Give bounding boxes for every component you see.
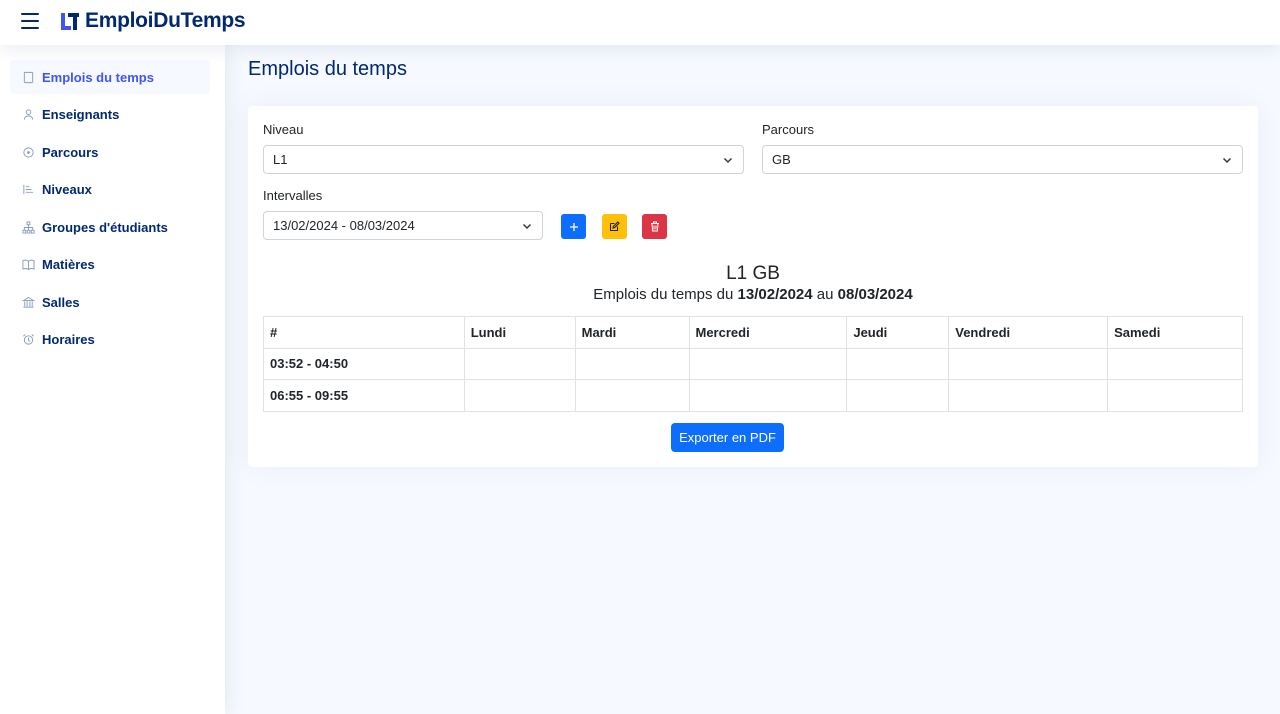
alarm-icon xyxy=(21,332,35,346)
delete-interval-button[interactable] xyxy=(642,214,667,239)
table-cell[interactable] xyxy=(463,347,576,380)
intervalles-select[interactable]: 13/02/2024 - 08/03/2024 xyxy=(263,211,543,240)
subtitle-middle: au xyxy=(816,286,834,303)
table-cell[interactable] xyxy=(948,347,1109,380)
compass-icon xyxy=(21,145,35,159)
subtitle-prefix: Emplois du temps du xyxy=(593,286,734,303)
parcours-select[interactable]: GB xyxy=(762,145,1243,174)
column-header: Mercredi xyxy=(688,316,848,349)
sidebar-item-label: Emplois du temps xyxy=(42,69,154,85)
sidebar-item-label: Parcours xyxy=(42,144,99,160)
sidebar-item-niveaux[interactable]: Niveaux xyxy=(10,172,210,206)
niveau-value: L1 xyxy=(273,152,288,167)
time-slot-cell: 03:52 - 04:50 xyxy=(263,347,465,380)
sidebar-item-label: Salles xyxy=(42,294,80,310)
parcours-label: Parcours xyxy=(762,122,815,137)
date-to: 08/03/2024 xyxy=(837,286,913,303)
table-row: 06:55 - 09:55 xyxy=(263,379,1243,412)
table-cell[interactable] xyxy=(948,379,1109,412)
page-title: Emplois du temps xyxy=(248,58,407,80)
sidebar-item-matieres[interactable]: Matières xyxy=(10,247,210,281)
intervalles-value: 13/02/2024 - 08/03/2024 xyxy=(273,218,415,233)
table-cell[interactable] xyxy=(688,347,848,380)
bank-icon xyxy=(21,295,35,309)
sidebar-item-label: Enseignants xyxy=(42,106,120,122)
timetable-title: L1 GB xyxy=(726,263,780,284)
person-icon xyxy=(21,107,35,121)
calendar-icon xyxy=(21,70,35,84)
sidebar-item-enseignants[interactable]: Enseignants xyxy=(10,97,210,131)
brand-name: EmploiDuTemps xyxy=(85,9,246,32)
table-row: 03:52 - 04:50 xyxy=(263,347,1243,380)
column-header: Samedi xyxy=(1107,316,1243,349)
time-slot-cell: 06:55 - 09:55 xyxy=(263,379,465,412)
brand-logo[interactable]: EmploiDuTemps xyxy=(60,9,246,33)
column-header: Lundi xyxy=(463,316,576,349)
sidebar-item-label: Groupes d'étudiants xyxy=(42,219,168,235)
sidebar-item-label: Niveaux xyxy=(42,181,92,197)
sidebar-item-label: Matières xyxy=(42,256,95,272)
sidebar-item-emplois-du-temps[interactable]: Emplois du temps xyxy=(10,60,210,94)
sidebar-item-groupes[interactable]: Groupes d'étudiants xyxy=(10,210,210,244)
chevron-down-icon xyxy=(1222,157,1232,164)
chevron-down-icon xyxy=(723,157,733,164)
timetable-table: # Lundi Mardi Mercredi Jeudi Vendredi Sa… xyxy=(263,316,1243,412)
sidebar-item-horaires[interactable]: Horaires xyxy=(10,322,210,356)
niveau-label: Niveau xyxy=(263,122,304,137)
table-cell[interactable] xyxy=(846,347,950,380)
top-header: EmploiDuTemps xyxy=(0,0,1280,45)
sidebar: Emplois du temps Enseignants Parcours Ni… xyxy=(0,45,225,714)
timetable-card: Niveau L1 Parcours GB Intervalles 13/02/… xyxy=(248,106,1258,467)
table-cell[interactable] xyxy=(1107,347,1243,380)
intervalles-label: Intervalles xyxy=(263,188,323,203)
table-cell[interactable] xyxy=(463,379,576,412)
book-icon xyxy=(21,257,35,271)
export-pdf-button[interactable]: Exporter en PDF xyxy=(671,423,784,452)
parcours-value: GB xyxy=(772,152,791,167)
column-header: Mardi xyxy=(574,316,690,349)
plus-icon xyxy=(569,222,578,231)
levels-icon xyxy=(21,182,35,196)
table-cell[interactable] xyxy=(1107,379,1243,412)
edit-icon xyxy=(609,221,620,232)
chevron-down-icon xyxy=(522,223,532,230)
date-from: 13/02/2024 xyxy=(737,286,813,303)
trash-icon xyxy=(650,221,659,232)
column-header: # xyxy=(263,316,465,349)
table-cell[interactable] xyxy=(574,379,690,412)
table-header-row: # Lundi Mardi Mercredi Jeudi Vendredi Sa… xyxy=(263,316,1243,349)
sidebar-item-salles[interactable]: Salles xyxy=(10,285,210,319)
column-header: Vendredi xyxy=(948,316,1109,349)
hamburger-icon[interactable] xyxy=(21,13,39,29)
table-cell[interactable] xyxy=(574,347,690,380)
sidebar-item-label: Horaires xyxy=(42,331,95,347)
niveau-select[interactable]: L1 xyxy=(263,145,744,174)
logo-icon xyxy=(61,13,79,30)
table-cell[interactable] xyxy=(846,379,950,412)
diagram-icon xyxy=(21,220,35,234)
edit-interval-button[interactable] xyxy=(602,214,627,239)
table-cell[interactable] xyxy=(688,379,848,412)
timetable-subtitle: Emplois du temps du 13/02/2024 au 08/03/… xyxy=(248,286,1258,303)
column-header: Jeudi xyxy=(846,316,950,349)
add-interval-button[interactable] xyxy=(561,214,586,239)
sidebar-item-parcours[interactable]: Parcours xyxy=(10,135,210,169)
